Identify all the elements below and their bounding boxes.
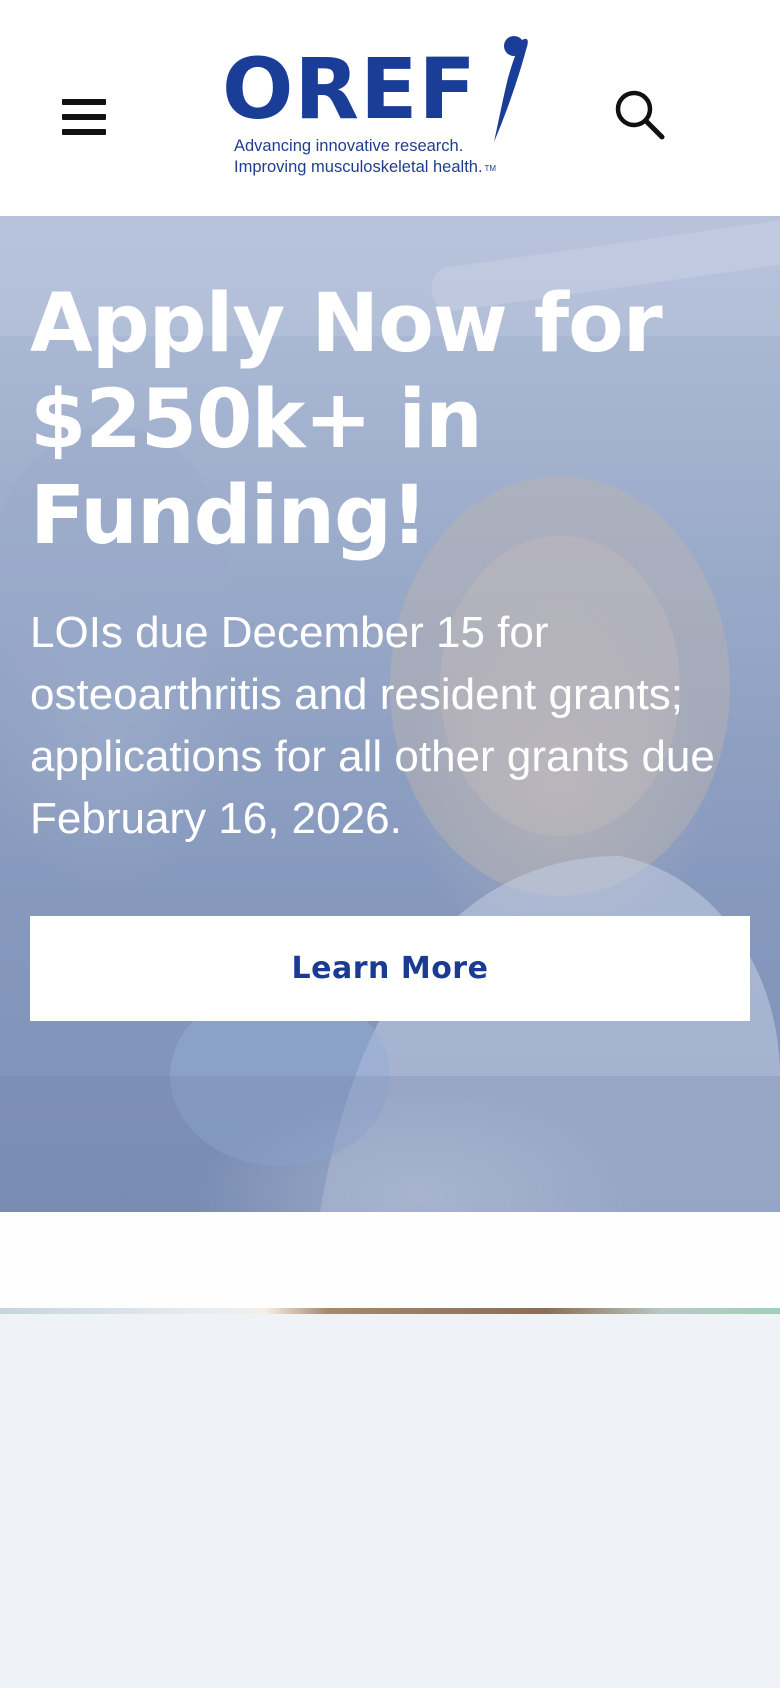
logo-tagline-line1: Advancing innovative research. (234, 137, 464, 155)
logo-tagline: Advancing innovative research. Improving… (234, 136, 497, 178)
oref-logo-link[interactable]: OREF Advancing innovative research. Impr… (220, 34, 528, 184)
hero-title: Apply Now for $250k+ in Funding! (30, 277, 663, 563)
section-spacer (0, 1212, 780, 1308)
logo-figure-icon (494, 36, 528, 142)
hero-banner: Apply Now for $250k+ in Funding! LOIs du… (0, 216, 780, 1212)
menu-icon-bar (62, 114, 106, 120)
search-icon (615, 90, 665, 140)
hero-subtitle: LOIs due December 15 for osteoarthritis … (30, 608, 715, 843)
menu-icon-bar (62, 129, 106, 135)
logo-wordmark: OREF (222, 40, 477, 138)
learn-more-button[interactable]: Learn More (30, 916, 750, 1021)
lower-content-panel (0, 1314, 780, 1688)
hamburger-menu-button[interactable] (60, 97, 108, 139)
menu-icon-bar (62, 99, 106, 105)
logo-tagline-line2: Improving musculoskeletal health. (234, 158, 483, 176)
site-header: OREF Advancing innovative research. Impr… (0, 0, 780, 216)
search-button[interactable] (612, 87, 666, 141)
trademark-symbol: TM (484, 164, 497, 173)
